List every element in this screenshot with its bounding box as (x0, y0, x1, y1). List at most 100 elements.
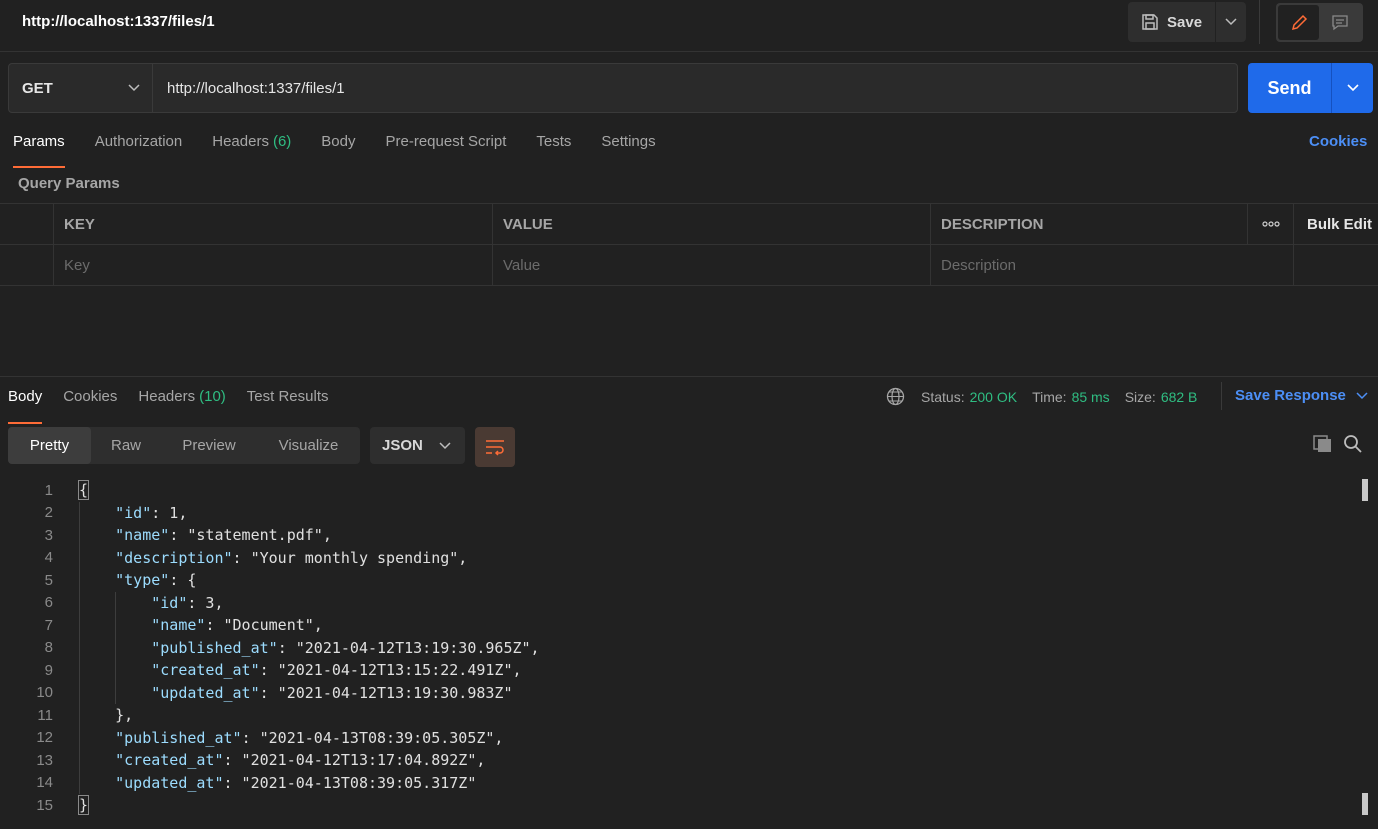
format-select[interactable]: JSON (370, 427, 465, 464)
pencil-icon (1291, 14, 1307, 30)
code-line: 2 "id": 1, (0, 501, 1360, 524)
send-options-button[interactable] (1332, 63, 1373, 113)
key-input[interactable]: Key (54, 245, 493, 285)
response-body-code[interactable]: 1{2 "id": 1, 3 "name": "statement.pdf", 4 … (0, 479, 1360, 817)
view-raw[interactable]: Raw (91, 427, 161, 464)
view-preview[interactable]: Preview (161, 427, 257, 464)
status-value[interactable]: 200 OK (970, 389, 1017, 405)
code-content: "created_at": "2021-04-12T13:17:04.892Z"… (115, 751, 486, 770)
more-options-button[interactable] (1248, 204, 1294, 244)
table-row: Key Value Description (0, 245, 1378, 286)
comments-button[interactable] (1319, 5, 1360, 40)
line-number: 11 (37, 706, 53, 724)
wrap-lines-button[interactable] (475, 427, 515, 467)
code-line: 15} (0, 794, 1360, 817)
code-content: "updated_at": "2021-04-12T13:19:30.983Z" (151, 683, 513, 702)
status-label: Status: (921, 388, 965, 405)
code-line: 8 "published_at": "2021-04-12T13:19:30.9… (0, 636, 1360, 659)
code-content: "updated_at": "2021-04-13T08:39:05.317Z" (115, 773, 477, 792)
drag-handle[interactable] (0, 245, 54, 285)
line-number: 9 (44, 661, 53, 679)
column-key: KEY (54, 204, 493, 244)
divider (1259, 0, 1260, 44)
line-number: 13 (36, 751, 53, 769)
tab-pre-request-script[interactable]: Pre-request Script (386, 133, 507, 168)
code-content: "name": "statement.pdf", (115, 526, 332, 545)
format-label: JSON (382, 437, 423, 454)
code-line: 4 "description": "Your monthly spending"… (0, 546, 1360, 569)
response-tab-headers[interactable]: Headers (10) (138, 388, 225, 424)
search-icon[interactable] (1343, 434, 1363, 458)
code-line: 11 }, (0, 704, 1360, 727)
table-header-row: KEY VALUE DESCRIPTION Bulk Edit (0, 203, 1378, 245)
drag-handle-column (0, 204, 54, 244)
view-visualize[interactable]: Visualize (257, 427, 360, 464)
line-number: 4 (44, 549, 53, 567)
save-response-button[interactable]: Save Response (1235, 387, 1368, 404)
row-spacer (1294, 245, 1378, 285)
ellipsis-icon (1261, 221, 1280, 227)
bulk-edit-button[interactable]: Bulk Edit (1294, 204, 1378, 244)
globe-icon[interactable] (886, 387, 905, 406)
time-label: Time: (1032, 388, 1067, 405)
code-content: "id": 3, (151, 593, 224, 612)
save-button[interactable]: Save (1128, 2, 1217, 42)
url-input[interactable]: http://localhost:1337/files/1 (152, 63, 1238, 113)
chevron-down-icon (128, 84, 140, 92)
line-number: 2 (44, 504, 53, 522)
tab-tests[interactable]: Tests (536, 133, 571, 168)
response-divider[interactable] (0, 376, 1378, 377)
cookies-link[interactable]: Cookies (1309, 133, 1367, 150)
response-tab-test-results[interactable]: Test Results (247, 388, 329, 424)
response-tab-cookies[interactable]: Cookies (63, 388, 117, 424)
size-label: Size: (1124, 388, 1156, 405)
response-status-bar: Status: 200 OK Time: 85 ms Size: 682 B (886, 387, 1212, 406)
code-line: 1{ (0, 479, 1360, 502)
scrollbar-thumb-top[interactable] (1362, 479, 1368, 501)
code-content: } (77, 795, 90, 816)
tab-params[interactable]: Params (13, 133, 65, 168)
column-value: VALUE (493, 204, 931, 244)
description-input[interactable]: Description (931, 245, 1294, 285)
save-group: Save (1128, 2, 1247, 42)
params-table: KEY VALUE DESCRIPTION Bulk Edit Key Valu… (0, 203, 1378, 286)
time-value[interactable]: 85 ms (1072, 389, 1110, 405)
scrollbar-thumb-bottom[interactable] (1362, 793, 1368, 815)
code-line: 12 "published_at": "2021-04-13T08:39:05.… (0, 726, 1360, 749)
copy-icon[interactable] (1312, 434, 1334, 458)
top-bar: http://localhost:1337/files/1 Save (0, 0, 1378, 52)
code-content: { (77, 480, 90, 501)
view-pretty[interactable]: Pretty (8, 427, 91, 464)
code-content: "published_at": "2021-04-13T08:39:05.305… (115, 728, 504, 747)
tab-headers[interactable]: Headers (6) (212, 133, 291, 168)
send-group: Send (1248, 63, 1373, 113)
response-tab-body[interactable]: Body (8, 388, 43, 424)
save-label: Save (1167, 13, 1203, 31)
save-response-label: Save Response (1235, 387, 1346, 404)
code-line: 9 "created_at": "2021-04-12T13:15:22.491… (0, 659, 1360, 682)
chevron-down-icon (1225, 18, 1237, 26)
tab-settings[interactable]: Settings (601, 133, 655, 168)
headers-count: (6) (272, 133, 292, 150)
edit-mode-button[interactable] (1278, 5, 1319, 40)
size-value[interactable]: 682 B (1161, 389, 1198, 405)
tab-authorization[interactable]: Authorization (95, 133, 183, 168)
save-options-button[interactable] (1216, 2, 1246, 42)
code-content: "type": { (115, 571, 197, 590)
query-params-title: Query Params (18, 175, 120, 192)
request-title[interactable]: http://localhost:1337/files/1 (22, 13, 215, 30)
code-scrollbar[interactable] (1362, 479, 1368, 819)
wrap-lines-icon (486, 440, 504, 456)
chevron-down-icon (439, 441, 451, 449)
method-select[interactable]: GET (8, 63, 153, 113)
code-line: 10 "updated_at": "2021-04-12T13:19:30.98… (0, 681, 1360, 704)
code-content: "created_at": "2021-04-12T13:15:22.491Z"… (151, 661, 522, 680)
value-input[interactable]: Value (493, 245, 931, 285)
send-button[interactable]: Send (1248, 63, 1332, 113)
line-number: 3 (44, 526, 53, 544)
code-line: 13 "created_at": "2021-04-12T13:17:04.89… (0, 749, 1360, 772)
line-number: 14 (36, 774, 53, 792)
tab-body[interactable]: Body (321, 133, 355, 168)
line-number: 15 (36, 796, 53, 814)
line-number: 8 (44, 639, 53, 657)
